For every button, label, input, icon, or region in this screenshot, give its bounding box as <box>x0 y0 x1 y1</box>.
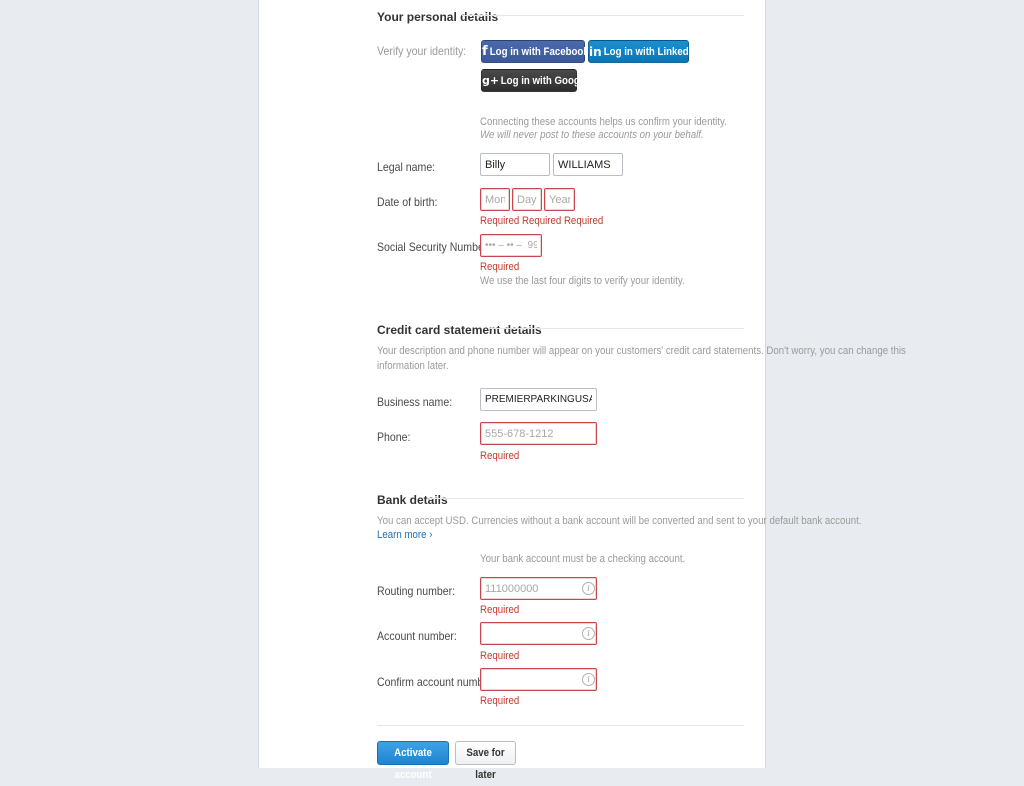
legal-name-label: Legal name: <box>377 160 436 174</box>
date-of-birth-label: Date of birth: <box>377 195 438 209</box>
confirm-account-error: Required <box>480 695 520 707</box>
routing-number-input[interactable] <box>480 577 597 600</box>
section-title-personal: Your personal details <box>377 10 499 24</box>
google-plus-icon: g+ <box>482 74 500 87</box>
linkedin-login-button[interactable]: in Log in with LinkedIn <box>588 40 697 63</box>
birth-day-input[interactable] <box>512 188 542 211</box>
statement-description: Your description and phone number will a… <box>377 345 906 357</box>
section-divider <box>462 15 744 16</box>
routing-error: Required <box>480 604 520 616</box>
dob-error: Required Required Required <box>480 215 604 227</box>
routing-number-label: Routing number: <box>377 584 456 598</box>
birth-month-input[interactable] <box>480 188 510 211</box>
linkedin-login-label: Log in with LinkedIn <box>603 45 697 58</box>
checking-account-note: Your bank account must be a checking acc… <box>480 553 686 565</box>
section-title-bank: Bank details <box>377 493 448 507</box>
phone-error: Required <box>480 450 520 462</box>
activate-account-label: Activate account <box>394 747 432 781</box>
google-login-label: Log in with Google <box>500 74 588 87</box>
phone-label: Phone: <box>377 430 411 444</box>
ssn-error: Required <box>480 261 520 273</box>
statement-description-cont: information later. <box>377 360 449 372</box>
business-name-label: Business name: <box>377 395 453 409</box>
account-error: Required <box>480 650 520 662</box>
section-divider <box>429 498 744 499</box>
facebook-login-button[interactable]: f Log in with Facebook <box>481 40 588 63</box>
birth-year-input[interactable] <box>544 188 575 211</box>
business-name-input[interactable] <box>480 388 597 411</box>
verify-identity-label: Verify your identity: <box>377 44 467 58</box>
facebook-icon: f <box>482 44 488 59</box>
info-icon[interactable]: i <box>582 582 595 595</box>
confirm-account-label: Confirm account number: <box>377 675 496 689</box>
linkedin-icon: in <box>589 44 602 59</box>
learn-more-link[interactable]: Learn more › <box>377 529 432 541</box>
connect-accounts-note: Connecting these accounts helps us confi… <box>480 116 727 128</box>
save-for-later-label: Save for later <box>466 747 505 781</box>
account-number-label: Account number: <box>377 629 457 643</box>
ssn-label: Social Security Number: <box>377 240 491 254</box>
info-icon[interactable]: i <box>582 673 595 686</box>
actions-divider <box>377 725 744 726</box>
account-number-input[interactable] <box>480 622 597 645</box>
phone-input[interactable] <box>480 422 597 445</box>
google-login-button[interactable]: g+ Log in with Google <box>481 69 588 92</box>
never-post-note: We will never post to these accounts on … <box>480 129 704 141</box>
last-name-input[interactable] <box>553 153 623 176</box>
confirm-account-input[interactable] <box>480 668 597 691</box>
section-title-statement: Credit card statement details <box>377 323 542 337</box>
activate-account-button[interactable]: Activate account <box>377 741 449 781</box>
facebook-login-label: Log in with Facebook <box>489 45 589 58</box>
section-divider <box>490 328 744 329</box>
bank-description: You can accept USD. Currencies without a… <box>377 515 862 527</box>
first-name-input[interactable] <box>480 153 550 176</box>
save-for-later-button[interactable]: Save for later <box>455 741 516 781</box>
ssn-note: We use the last four digits to verify yo… <box>480 275 685 287</box>
info-icon[interactable]: i <box>582 627 595 640</box>
ssn-input[interactable] <box>480 234 542 257</box>
